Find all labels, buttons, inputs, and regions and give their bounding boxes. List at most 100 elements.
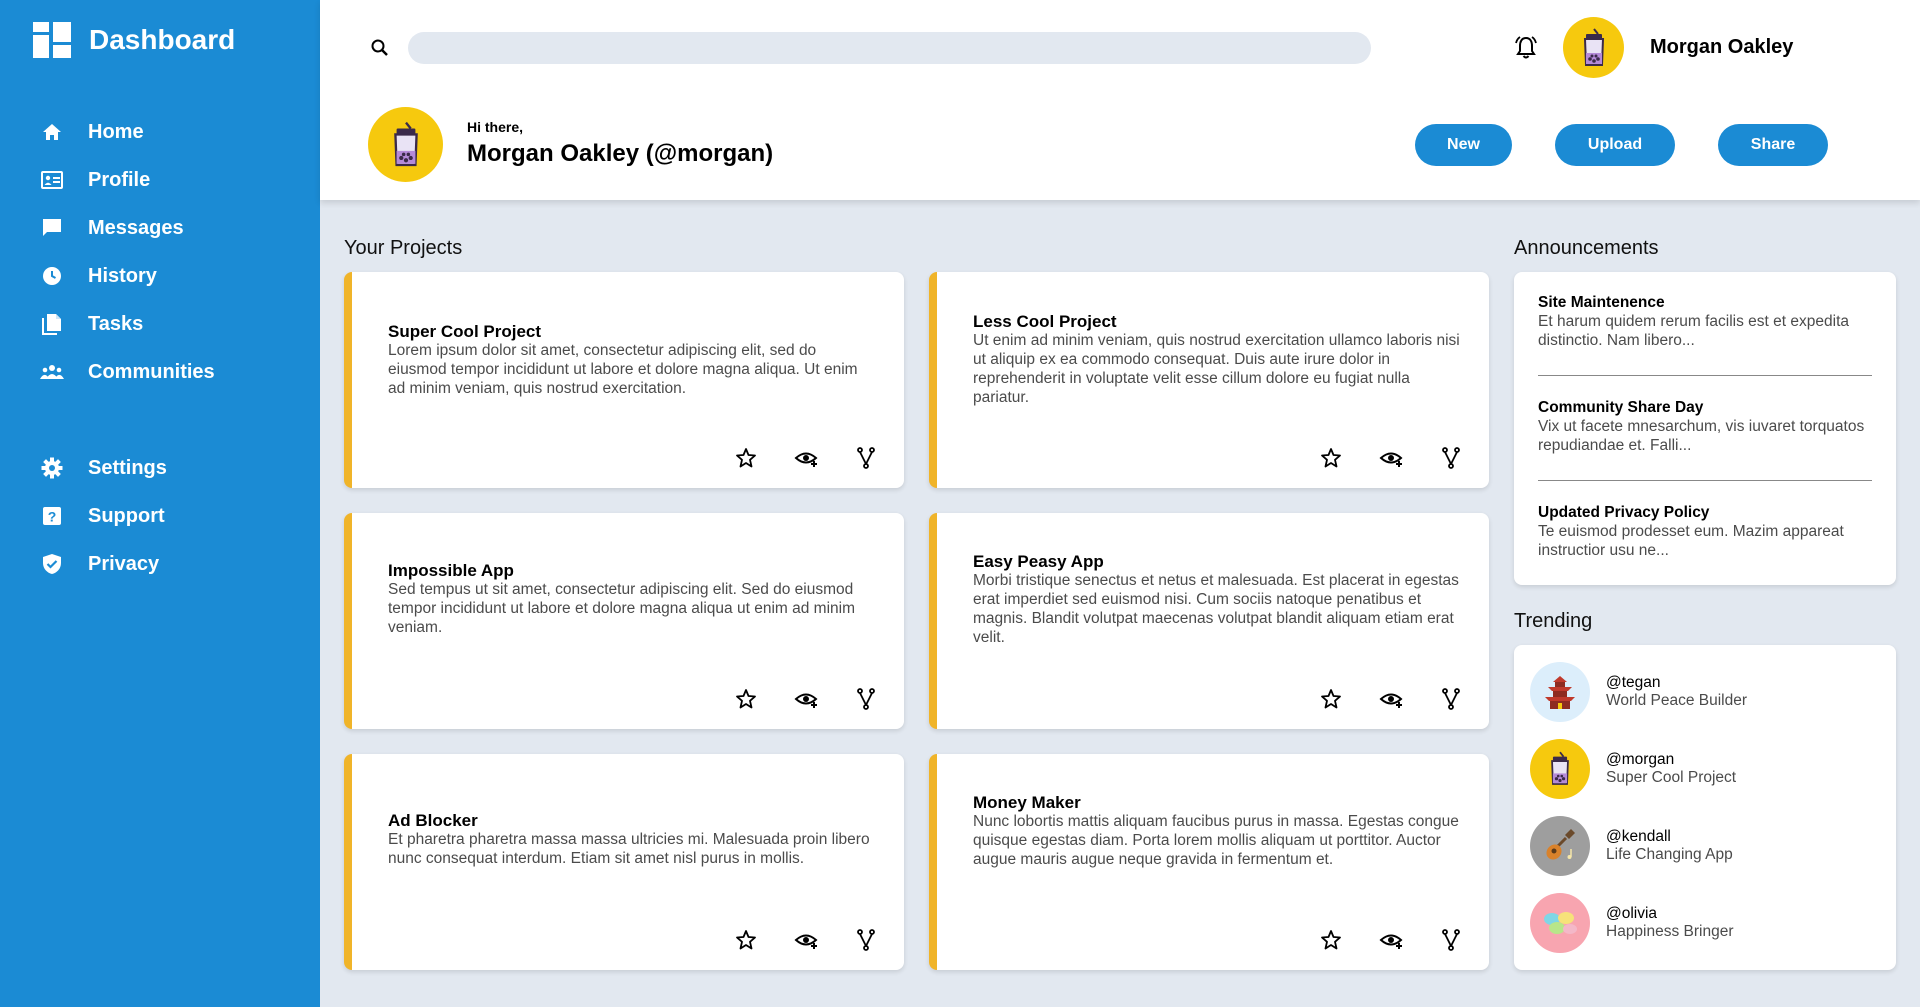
home-icon — [40, 120, 64, 144]
sidebar-item-messages[interactable]: Messages — [40, 204, 300, 252]
watch-icon[interactable] — [794, 928, 818, 952]
trending-item[interactable]: @tegan World Peace Builder — [1530, 661, 1747, 723]
fork-icon[interactable] — [1439, 446, 1463, 470]
trending-project: Happiness Bringer — [1606, 923, 1734, 940]
watch-icon[interactable] — [1379, 928, 1403, 952]
sidebar-item-tasks[interactable]: Tasks — [40, 300, 300, 348]
star-icon[interactable] — [734, 446, 758, 470]
sidebar-item-label: Messages — [88, 216, 184, 239]
announcement-description: Et harum quidem rerum facilis est et exp… — [1538, 313, 1849, 349]
sidebar-item-support[interactable]: ? Support — [40, 492, 300, 540]
watch-icon[interactable] — [794, 687, 818, 711]
project-card[interactable]: Impossible App Sed tempus ut sit amet, c… — [344, 513, 904, 729]
sidebar-item-label: Settings — [88, 456, 167, 479]
announcement-item[interactable]: Community Share Day Vix ut facete mnesar… — [1538, 399, 1872, 455]
boba-tea-icon — [393, 121, 418, 166]
watch-icon[interactable] — [1379, 446, 1403, 470]
sidebar-item-communities[interactable]: Communities — [40, 348, 300, 396]
star-icon[interactable] — [1319, 687, 1343, 711]
trending-handle: @morgan — [1606, 751, 1675, 768]
trending-title: Trending — [1514, 610, 1593, 632]
bell-icon[interactable] — [1512, 34, 1540, 62]
fork-icon[interactable] — [854, 446, 878, 470]
sidebar-item-label: Communities — [88, 360, 215, 383]
fork-icon[interactable] — [854, 928, 878, 952]
announcement-item[interactable]: Site Maintenence Et harum quidem rerum f… — [1538, 294, 1872, 350]
brand[interactable]: Dashboard — [33, 22, 235, 58]
announcement-description: Te euismod prodesset eum. Mazim appareat… — [1538, 523, 1844, 559]
project-card[interactable]: Easy Peasy App Morbi tristique senectus … — [929, 513, 1489, 729]
divider — [1538, 375, 1872, 376]
project-description: Lorem ipsum dolor sit amet, consectetur … — [388, 342, 858, 397]
project-card[interactable]: Super Cool Project Lorem ipsum dolor sit… — [344, 272, 904, 488]
upload-button[interactable]: Upload — [1555, 124, 1675, 166]
trending-handle: @olivia — [1606, 905, 1658, 922]
fork-icon[interactable] — [1439, 687, 1463, 711]
trending-item[interactable]: @morgan Super Cool Project — [1530, 738, 1736, 800]
sidebar-item-label: Tasks — [88, 312, 144, 335]
sidebar-item-privacy[interactable]: Privacy — [40, 540, 300, 588]
star-icon[interactable] — [1319, 446, 1343, 470]
profile-avatar — [368, 107, 443, 182]
trending-item[interactable]: @olivia Happiness Bringer — [1530, 892, 1734, 954]
boba-tea-icon — [1551, 751, 1569, 785]
project-title: Impossible App — [388, 561, 514, 580]
profile-name: Morgan Oakley (@morgan) — [467, 140, 774, 167]
project-card[interactable]: Less Cool Project Ut enim ad minim venia… — [929, 272, 1489, 488]
project-title: Easy Peasy App — [973, 552, 1104, 571]
share-button[interactable]: Share — [1718, 124, 1828, 166]
pagoda-icon — [1545, 676, 1575, 709]
guitar-icon — [1546, 829, 1575, 860]
svg-text:?: ? — [48, 509, 57, 525]
project-card[interactable]: Money Maker Nunc lobortis mattis aliquam… — [929, 754, 1489, 970]
project-description: Sed tempus ut sit amet, consectetur adip… — [388, 581, 855, 636]
new-button[interactable]: New — [1415, 124, 1512, 166]
announcement-title: Updated Privacy Policy — [1538, 504, 1710, 521]
sidebar-item-home[interactable]: Home — [40, 108, 300, 156]
watch-icon[interactable] — [1379, 687, 1403, 711]
announcement-title: Site Maintenence — [1538, 294, 1665, 311]
main-content: Morgan Oakley Hi there, Morgan Oakley (@… — [320, 0, 1920, 1007]
avatar — [1530, 662, 1590, 722]
sidebar-item-label: Profile — [88, 168, 151, 191]
clock-icon — [40, 264, 64, 288]
user-name[interactable]: Morgan Oakley — [1650, 36, 1793, 59]
search-input[interactable] — [408, 32, 1371, 64]
project-card[interactable]: Ad Blocker Et pharetra pharetra massa ma… — [344, 754, 904, 970]
sidebar-item-profile[interactable]: Profile — [40, 156, 300, 204]
project-title: Money Maker — [973, 793, 1081, 812]
search-icon[interactable] — [368, 36, 392, 60]
sidebar-item-label: Home — [88, 120, 144, 143]
project-description: Ut enim ad minim veniam, quis nostrud ex… — [973, 332, 1460, 406]
project-title: Super Cool Project — [388, 322, 542, 341]
sidebar-item-settings[interactable]: Settings — [40, 444, 300, 492]
sidebar-item-label: Support — [88, 504, 165, 527]
help-icon: ? — [40, 504, 64, 528]
star-icon[interactable] — [734, 928, 758, 952]
brand-title: Dashboard — [89, 24, 236, 55]
announcements-panel: Site Maintenence Et harum quidem rerum f… — [1514, 272, 1896, 585]
fork-icon[interactable] — [854, 687, 878, 711]
people-icon — [40, 360, 64, 384]
projects-title: Your Projects — [344, 237, 463, 259]
trending-project: Super Cool Project — [1606, 769, 1737, 786]
project-description: Nunc lobortis mattis aliquam faucibus pu… — [973, 813, 1459, 868]
announcement-title: Community Share Day — [1538, 399, 1704, 416]
project-title: Ad Blocker — [388, 811, 478, 830]
sidebar-nav: Home Profile Messages History Tasks Comm… — [40, 108, 300, 588]
fork-icon[interactable] — [1439, 928, 1463, 952]
project-description: Morbi tristique senectus et netus et mal… — [973, 572, 1459, 646]
document-icon — [40, 312, 64, 336]
star-icon[interactable] — [1319, 928, 1343, 952]
trending-handle: @tegan — [1606, 674, 1661, 691]
watch-icon[interactable] — [794, 446, 818, 470]
avatar[interactable] — [1563, 17, 1624, 78]
header: Morgan Oakley Hi there, Morgan Oakley (@… — [320, 0, 1920, 200]
trending-item[interactable]: @kendall Life Changing App — [1530, 815, 1733, 877]
avatar — [1530, 739, 1590, 799]
shield-icon — [40, 552, 64, 576]
star-icon[interactable] — [734, 687, 758, 711]
sidebar-item-history[interactable]: History — [40, 252, 300, 300]
announcement-item[interactable]: Updated Privacy Policy Te euismod prodes… — [1538, 504, 1872, 560]
